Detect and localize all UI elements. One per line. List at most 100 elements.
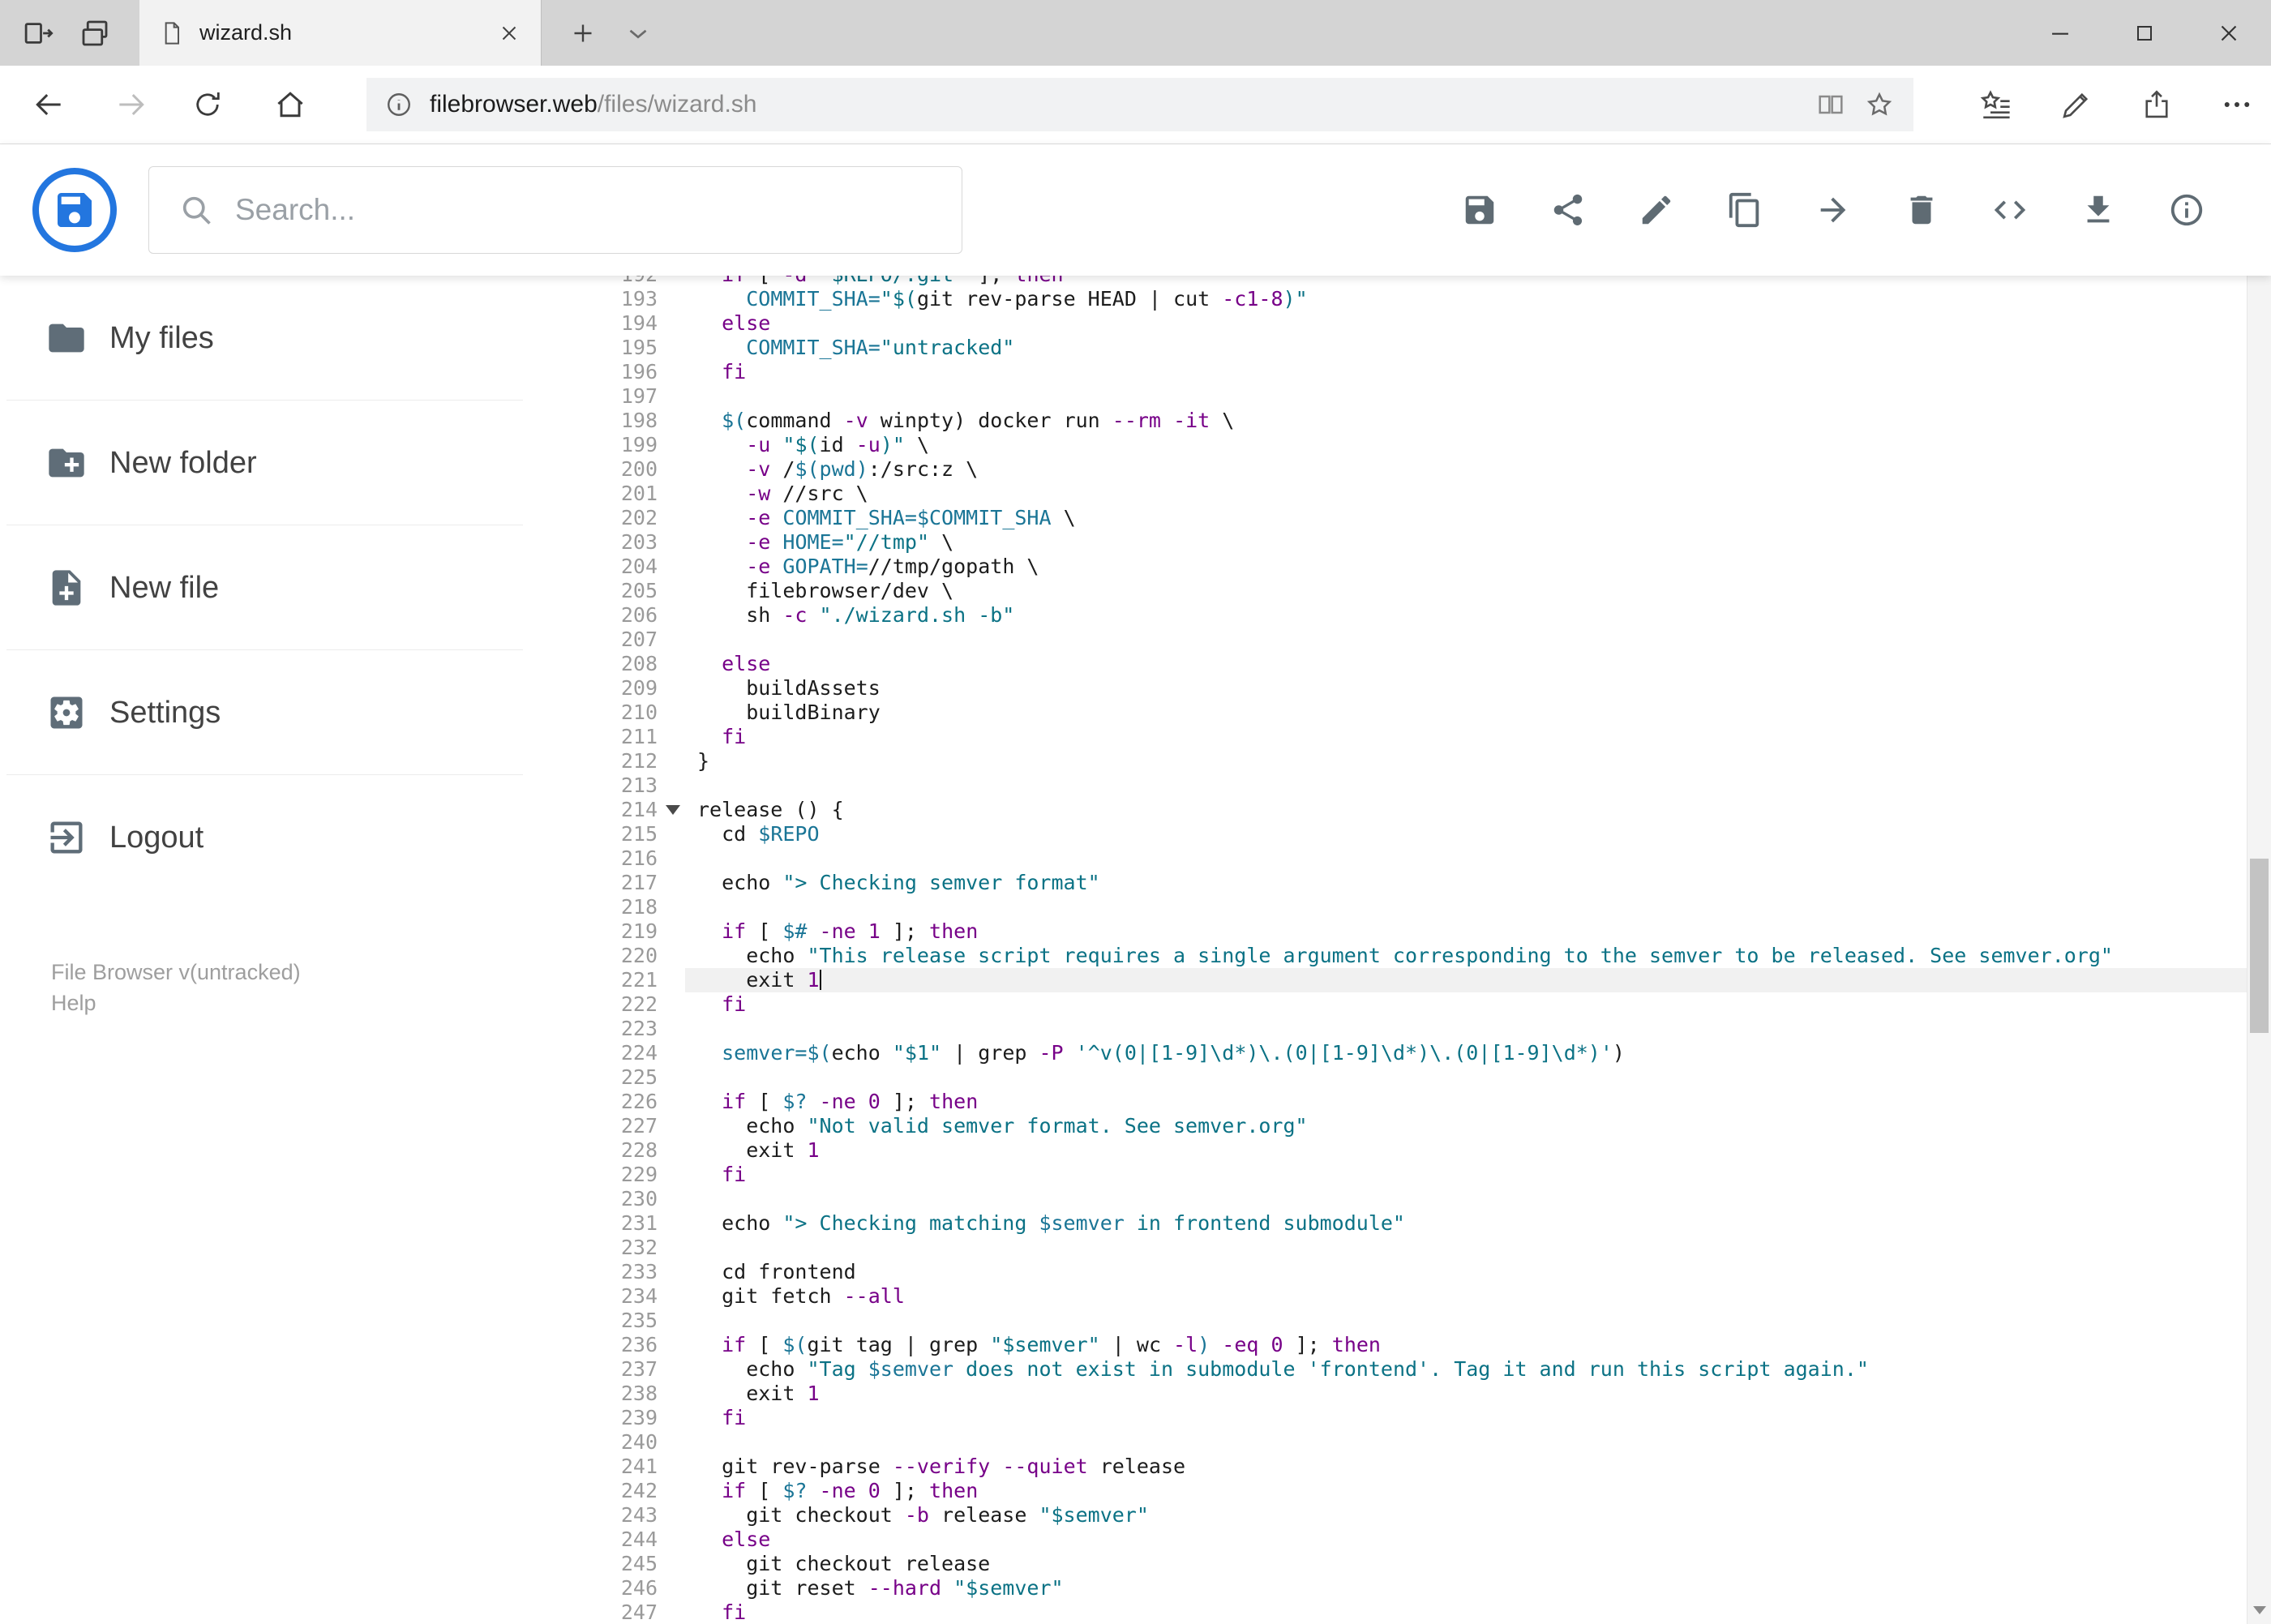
code-line[interactable]: COMMIT_SHA="$(git rev-parse HEAD | cut -… — [685, 287, 2247, 311]
code-line[interactable]: git reset --hard "$semver" — [685, 1576, 2247, 1600]
code-line[interactable]: semver=$(echo "$1" | grep -P '^v(0|[1-9]… — [685, 1041, 2247, 1065]
code-line[interactable]: if [ $? -ne 0 ]; then — [685, 1479, 2247, 1503]
code-line[interactable]: sh -c "./wizard.sh -b" — [685, 603, 2247, 628]
code-line[interactable] — [685, 1309, 2247, 1333]
help-link[interactable]: Help — [51, 988, 301, 1018]
code-line[interactable]: -e HOME="//tmp" \ — [685, 530, 2247, 555]
code-line[interactable] — [685, 1430, 2247, 1455]
code-line[interactable]: exit 1 — [685, 1138, 2247, 1163]
code-line[interactable] — [685, 895, 2247, 919]
code-line[interactable] — [685, 1187, 2247, 1211]
copy-button[interactable] — [1719, 184, 1771, 236]
code-line[interactable]: else — [685, 652, 2247, 676]
info-button[interactable] — [2161, 184, 2213, 236]
code-line[interactable] — [685, 1017, 2247, 1041]
code-line[interactable]: if [ $(git tag | grep "$semver" | wc -l)… — [685, 1333, 2247, 1357]
sidebar-item-settings[interactable]: Settings — [0, 650, 568, 775]
save-button[interactable] — [1454, 184, 1506, 236]
code-line[interactable] — [685, 846, 2247, 871]
maximize-button[interactable] — [2102, 0, 2187, 66]
code-line[interactable]: cd frontend — [685, 1260, 2247, 1284]
share-icon[interactable] — [2128, 76, 2185, 133]
sidebar-item-logout[interactable]: Logout — [0, 775, 568, 900]
delete-button[interactable] — [1896, 184, 1947, 236]
share-file-button[interactable] — [1542, 184, 1594, 236]
code-line[interactable]: exit 1 — [685, 968, 2247, 992]
code-line[interactable]: fi — [685, 992, 2247, 1017]
home-button[interactable] — [262, 76, 319, 133]
raw-code-button[interactable] — [1984, 184, 2036, 236]
move-button[interactable] — [1807, 184, 1859, 236]
new-tab-button[interactable] — [558, 0, 608, 66]
code-line[interactable] — [685, 384, 2247, 409]
sidebar-item-my-files[interactable]: My files — [0, 276, 568, 401]
code-line[interactable]: } — [685, 749, 2247, 773]
code-line[interactable]: -e GOPATH=//tmp/gopath \ — [685, 555, 2247, 579]
code-line[interactable]: git fetch --all — [685, 1284, 2247, 1309]
scroll-down-arrow[interactable] — [2247, 1596, 2271, 1624]
code-line[interactable]: echo "Tag $semver does not exist in subm… — [685, 1357, 2247, 1382]
code-line[interactable] — [685, 1236, 2247, 1260]
code-line[interactable]: $(command -v winpty) docker run --rm -it… — [685, 409, 2247, 433]
filebrowser-logo[interactable] — [32, 168, 117, 252]
refresh-button[interactable] — [179, 76, 236, 133]
code-line[interactable]: if [ $? -ne 0 ]; then — [685, 1090, 2247, 1114]
code-line[interactable]: git checkout release — [685, 1552, 2247, 1576]
web-note-pen-icon[interactable] — [2048, 76, 2105, 133]
minimize-button[interactable] — [2018, 0, 2102, 66]
search-box[interactable] — [148, 166, 962, 254]
code-line[interactable]: -u "$(id -u)" \ — [685, 433, 2247, 457]
tabs-set-aside-icon[interactable] — [13, 0, 63, 66]
rename-button[interactable] — [1630, 184, 1682, 236]
code-line[interactable]: -w //src \ — [685, 482, 2247, 506]
more-options-icon[interactable] — [2209, 76, 2265, 133]
code-line[interactable]: -v /$(pwd):/src:z \ — [685, 457, 2247, 482]
code-line[interactable]: else — [685, 311, 2247, 336]
fold-arrow-icon[interactable] — [666, 805, 680, 815]
address-bar[interactable]: filebrowser.web/files/wizard.sh — [366, 78, 1913, 131]
back-button[interactable] — [20, 76, 77, 133]
editor-code[interactable]: if [ -d "$REPO/.git" ]; then COMMIT_SHA=… — [685, 276, 2247, 1624]
code-line[interactable]: fi — [685, 1406, 2247, 1430]
tab-preview-icon[interactable] — [70, 0, 120, 66]
code-line[interactable]: echo "This release script requires a sin… — [685, 944, 2247, 968]
code-line[interactable]: COMMIT_SHA="untracked" — [685, 336, 2247, 360]
code-line[interactable] — [685, 773, 2247, 798]
code-line[interactable]: git checkout -b release "$semver" — [685, 1503, 2247, 1528]
code-line[interactable]: fi — [685, 1600, 2247, 1624]
code-line[interactable]: filebrowser/dev \ — [685, 579, 2247, 603]
code-line[interactable] — [685, 1065, 2247, 1090]
code-line[interactable]: echo "> Checking matching $semver in fro… — [685, 1211, 2247, 1236]
code-line[interactable]: cd $REPO — [685, 822, 2247, 846]
vertical-scrollbar[interactable] — [2247, 144, 2271, 1624]
code-line[interactable]: git rev-parse --verify --quiet release — [685, 1455, 2247, 1479]
browser-tab[interactable]: wizard.sh — [139, 0, 542, 66]
favorite-star-icon[interactable] — [1863, 88, 1896, 121]
site-info-icon[interactable] — [384, 90, 413, 119]
code-line[interactable]: echo "> Checking semver format" — [685, 871, 2247, 895]
scrollbar-thumb[interactable] — [2250, 859, 2269, 1033]
sidebar-item-new-folder[interactable]: New folder — [0, 401, 568, 525]
code-line[interactable] — [685, 628, 2247, 652]
code-line[interactable]: fi — [685, 725, 2247, 749]
code-line[interactable]: buildBinary — [685, 701, 2247, 725]
code-line[interactable]: if [ -d "$REPO/.git" ]; then — [685, 276, 2247, 287]
code-line[interactable]: echo "Not valid semver format. See semve… — [685, 1114, 2247, 1138]
code-editor[interactable]: 1921931941951961971981992002012022032042… — [568, 276, 2247, 1624]
code-line[interactable]: release () { — [685, 798, 2247, 822]
hub-favorites-icon[interactable] — [1968, 76, 2025, 133]
sidebar-item-new-file[interactable]: New file — [0, 525, 568, 650]
close-button[interactable] — [2187, 0, 2271, 66]
code-line[interactable]: if [ $# -ne 1 ]; then — [685, 919, 2247, 944]
tab-previews-chevron-icon[interactable] — [613, 0, 663, 66]
forward-button[interactable] — [103, 76, 160, 133]
code-line[interactable]: buildAssets — [685, 676, 2247, 701]
code-line[interactable]: else — [685, 1528, 2247, 1552]
reading-view-icon[interactable] — [1815, 88, 1847, 121]
tab-close-icon[interactable] — [497, 21, 521, 45]
code-line[interactable]: fi — [685, 360, 2247, 384]
code-line[interactable]: fi — [685, 1163, 2247, 1187]
code-line[interactable]: exit 1 — [685, 1382, 2247, 1406]
search-input[interactable] — [235, 193, 947, 227]
code-line[interactable]: -e COMMIT_SHA=$COMMIT_SHA \ — [685, 506, 2247, 530]
